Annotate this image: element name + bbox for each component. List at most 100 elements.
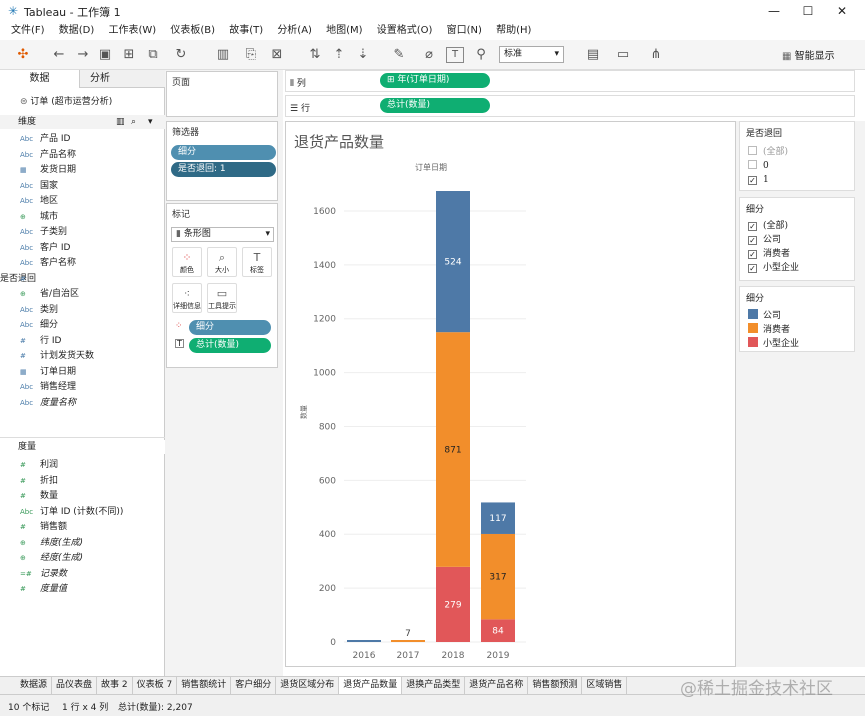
tab-data[interactable]: 数据	[0, 70, 80, 88]
search-icon[interactable]: ⌕	[131, 115, 136, 129]
field-item[interactable]: # 折扣	[0, 474, 160, 490]
field-item[interactable]: ▦ 发货日期	[0, 163, 160, 179]
legend-item[interactable]: 公司	[748, 309, 781, 322]
field-item[interactable]: # 计划发货天数	[0, 349, 160, 365]
field-item[interactable]: Abc 类别	[0, 303, 160, 319]
highlight-icon[interactable]: ✎	[388, 45, 410, 65]
maximize-button[interactable]: ☐	[798, 2, 818, 20]
filter-option[interactable]: 0	[748, 160, 769, 173]
show-labels-icon[interactable]: T	[446, 47, 464, 63]
checkbox-checked-icon[interactable]: ✓	[748, 176, 757, 185]
sheet-tab[interactable]: 品仪表盘	[52, 677, 98, 694]
field-item[interactable]: Abc 细分	[0, 318, 160, 334]
field-item[interactable]: # 数量	[0, 489, 160, 505]
checkbox-checked-icon[interactable]: ✓	[748, 236, 757, 245]
filter-option[interactable]: ✓ 消费者	[748, 248, 790, 261]
tooltip-button[interactable]: ▭ 工具提示	[207, 283, 237, 313]
sort-asc-icon[interactable]: ⇡	[328, 45, 350, 65]
field-item[interactable]: # 销售额	[0, 520, 160, 536]
filter-option[interactable]: ✓ (全部)	[748, 220, 788, 233]
field-item[interactable]: Abc 产品名称	[0, 148, 160, 164]
show-cards-icon[interactable]: ▤	[582, 45, 604, 65]
field-item[interactable]: Abc 子类别	[0, 225, 160, 241]
refresh-icon[interactable]: ↻	[170, 45, 192, 65]
field-item[interactable]: Abc 订单 ID (计数(不同))	[0, 505, 160, 521]
menu-data[interactable]: 数据(D)	[59, 22, 95, 40]
clear-sheet-icon[interactable]: ⊠	[266, 45, 288, 65]
field-item[interactable]: ⊕ 经度(生成)	[0, 551, 160, 567]
sheet-tab[interactable]: 退货产品名称	[465, 677, 529, 694]
menu-analysis[interactable]: 分析(A)	[277, 22, 312, 40]
datasource-name[interactable]: ⊜ 订单 (超市运营分析)	[20, 94, 112, 107]
new-datasource-icon[interactable]: ⊞	[118, 45, 140, 65]
sheet-tab[interactable]: 销售额统计	[177, 677, 232, 694]
group-icon[interactable]: ⌀	[418, 45, 440, 65]
checkbox-unchecked-icon[interactable]	[748, 146, 757, 155]
save-icon[interactable]: ▣	[94, 45, 116, 65]
presentation-icon[interactable]: ▭	[612, 45, 634, 65]
sheet-tab[interactable]: 退货产品数量	[339, 677, 403, 694]
field-item[interactable]: =# 记录数	[0, 567, 160, 583]
field-item[interactable]: ⊕ 纬度(生成)	[0, 536, 160, 552]
menu-format[interactable]: 设置格式(O)	[377, 22, 433, 40]
sheet-tab[interactable]: 退货区域分布	[276, 677, 340, 694]
new-sheet-icon[interactable]: ▥	[212, 45, 234, 65]
filter-option[interactable]: ✓ 公司	[748, 234, 781, 247]
swap-icon[interactable]: ⇅	[304, 45, 326, 65]
sheet-tab[interactable]: 故事 2	[97, 677, 133, 694]
field-item[interactable]: # 行 ID	[0, 334, 160, 350]
field-item[interactable]: Abc 地区	[0, 194, 160, 210]
size-button[interactable]: ⌕ 大小	[207, 247, 237, 277]
field-item[interactable]: Abc 客户名称	[0, 256, 160, 272]
field-item[interactable]: Abc 国家	[0, 179, 160, 195]
rows-pill[interactable]: 总计(数量)	[380, 98, 490, 113]
tableau-home-icon[interactable]: ✣	[12, 45, 34, 65]
mark-type-select[interactable]: ▮ 条形图 ▾	[171, 227, 274, 242]
menu-story[interactable]: 故事(T)	[229, 22, 263, 40]
columns-shelf[interactable]: ⦀ 列 ⊞ 年(订单日期)	[285, 70, 855, 92]
field-item[interactable]: ⊕ 省/自治区	[0, 287, 160, 303]
sheet-tab[interactable]: 退换产品类型	[402, 677, 466, 694]
field-item[interactable]: ⊕ 城市	[0, 210, 160, 226]
menu-window[interactable]: 窗口(N)	[447, 22, 482, 40]
minimize-button[interactable]: —	[764, 2, 784, 20]
field-item[interactable]: Abc 产品 ID	[0, 132, 160, 148]
menu-map[interactable]: 地图(M)	[326, 22, 362, 40]
label-button[interactable]: T 标签	[242, 247, 272, 277]
sheet-tab[interactable]: 客户细分	[231, 677, 277, 694]
close-button[interactable]: ✕	[832, 2, 852, 20]
smart-show-button[interactable]: ▦ 智能显示	[782, 47, 835, 62]
field-item[interactable]: # 利润	[0, 458, 160, 474]
undo-icon[interactable]: ←	[48, 45, 70, 65]
sheet-tab[interactable]: 仪表板 7	[133, 677, 178, 694]
checkbox-checked-icon[interactable]: ✓	[748, 222, 757, 231]
pages-card[interactable]: 页面	[166, 71, 278, 117]
redo-icon[interactable]: →	[72, 45, 94, 65]
menu-file[interactable]: 文件(F)	[11, 22, 45, 40]
sheet-tab[interactable]: 区域销售	[582, 677, 628, 694]
menu-dashboard[interactable]: 仪表板(B)	[170, 22, 215, 40]
field-item[interactable]: # 度量值	[0, 582, 160, 598]
pause-update-icon[interactable]: ⧉	[142, 45, 164, 65]
columns-pill[interactable]: ⊞ 年(订单日期)	[380, 73, 490, 88]
checkbox-checked-icon[interactable]: ✓	[748, 264, 757, 273]
menu-worksheet[interactable]: 工作表(W)	[108, 22, 156, 40]
menu-help[interactable]: 帮助(H)	[496, 22, 531, 40]
checkbox-checked-icon[interactable]: ✓	[748, 250, 757, 259]
field-item[interactable]: Abc 销售经理	[0, 380, 160, 396]
legend-item[interactable]: 小型企业	[748, 337, 799, 350]
filter-option[interactable]: (全部)	[748, 146, 788, 159]
field-item[interactable]: Abc 客户 ID	[0, 241, 160, 257]
sheet-tab[interactable]: 数据源	[0, 677, 53, 694]
share-icon[interactable]: ⋔	[645, 45, 667, 65]
legend-item[interactable]: 消费者	[748, 323, 790, 336]
sheet-tab[interactable]: 销售额预测	[528, 677, 583, 694]
view-toggle-icon[interactable]: ▥	[116, 115, 125, 129]
filter-option[interactable]: ✓ 小型企业	[748, 262, 799, 275]
mark-pill-quantity[interactable]: 总计(数量)	[189, 338, 271, 353]
color-button[interactable]: ⁘ 颜色	[172, 247, 202, 277]
chevron-down-icon[interactable]: ▾	[148, 115, 153, 129]
checkbox-unchecked-icon[interactable]	[748, 160, 757, 169]
filter-option[interactable]: ✓ 1	[748, 174, 769, 187]
tab-analysis[interactable]: 分析	[80, 70, 165, 88]
